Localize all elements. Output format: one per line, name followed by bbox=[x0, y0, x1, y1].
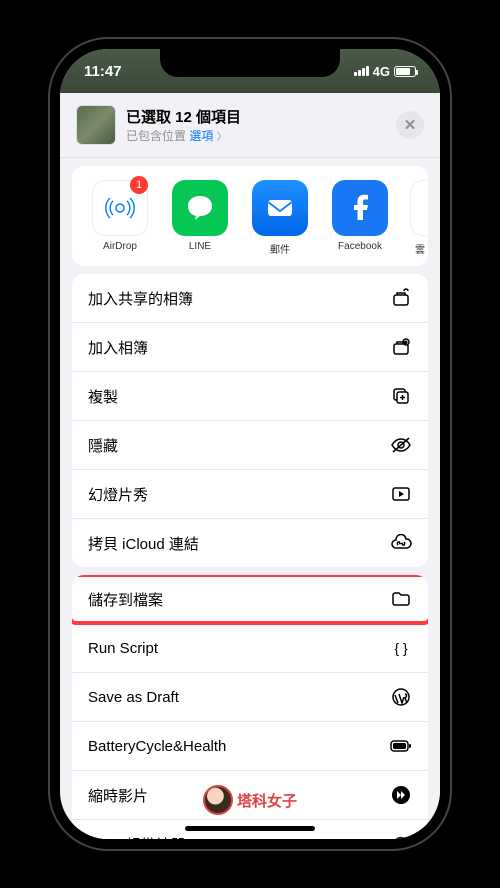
phone-screen: 11:47 4G 已選取 12 個項目 已包含位置 選項 〉 bbox=[60, 49, 440, 839]
airdrop-badge: 1 bbox=[130, 176, 148, 194]
watermark-text: 塔科女子 bbox=[237, 790, 297, 811]
status-right: 4G bbox=[354, 64, 416, 79]
battery-icon bbox=[390, 735, 412, 757]
action-save-draft[interactable]: Save as Draft bbox=[72, 673, 428, 722]
action-add-album[interactable]: 加入相簿 bbox=[72, 323, 428, 372]
line-icon bbox=[172, 180, 228, 236]
share-app-facebook[interactable]: Facebook bbox=[330, 180, 390, 256]
share-apps-row[interactable]: 1 AirDrop LINE 郵件 bbox=[72, 166, 428, 266]
options-link[interactable]: 選項 bbox=[189, 129, 213, 143]
action-label: 加入共享的相簿 bbox=[88, 288, 193, 309]
action-list-1: 加入共享的相簿 加入相簿 複製 隱藏 幻燈片秀 bbox=[72, 274, 428, 567]
mail-icon bbox=[252, 180, 308, 236]
slideshow-icon bbox=[390, 483, 412, 505]
close-icon: ✕ bbox=[404, 116, 417, 134]
action-battery-health[interactable]: BatteryCycle&Health bbox=[72, 722, 428, 771]
phone-frame: 11:47 4G 已選取 12 個項目 已包含位置 選項 〉 bbox=[50, 39, 450, 849]
album-add-icon bbox=[390, 336, 412, 358]
share-app-mail[interactable]: 郵件 bbox=[250, 180, 310, 256]
action-label: 幻燈片秀 bbox=[88, 484, 148, 505]
action-save-to-files[interactable]: 儲存到檔案 bbox=[72, 575, 428, 624]
fast-forward-icon bbox=[390, 784, 412, 806]
braces-icon: { } bbox=[390, 637, 412, 659]
shared-album-icon bbox=[390, 287, 412, 309]
action-label: Run Script bbox=[88, 640, 158, 657]
signal-icon bbox=[354, 66, 369, 76]
sheet-header-text: 已選取 12 個項目 已包含位置 選項 〉 bbox=[126, 106, 386, 144]
network-label: 4G bbox=[373, 64, 390, 79]
chevron-right-icon: 〉 bbox=[217, 132, 227, 143]
watermark-avatar-icon bbox=[203, 785, 233, 815]
share-sheet: 已選取 12 個項目 已包含位置 選項 〉 ✕ 1 bbox=[60, 93, 440, 839]
action-label: 拷貝 iCloud 連結 bbox=[88, 533, 199, 554]
action-label: Save as Draft bbox=[88, 689, 179, 706]
share-label: 郵件 bbox=[250, 241, 310, 256]
chat-icon bbox=[390, 833, 412, 839]
share-label: 雲 bbox=[410, 241, 428, 256]
close-button[interactable]: ✕ bbox=[396, 111, 424, 139]
battery-icon bbox=[394, 66, 416, 77]
sheet-header: 已選取 12 個項目 已包含位置 選項 〉 ✕ bbox=[60, 93, 440, 158]
action-label: 加入相簿 bbox=[88, 337, 148, 358]
action-label: BatteryCycle&Health bbox=[88, 738, 226, 755]
action-hide[interactable]: 隱藏 bbox=[72, 421, 428, 470]
status-time: 11:47 bbox=[84, 63, 122, 80]
share-label: LINE bbox=[170, 241, 230, 252]
action-label: 儲存到檔案 bbox=[88, 589, 163, 610]
action-label: LINE 報備神器 bbox=[88, 834, 186, 840]
share-label: AirDrop bbox=[90, 241, 150, 252]
folder-icon bbox=[390, 588, 412, 610]
share-label: Facebook bbox=[330, 241, 390, 252]
home-indicator[interactable] bbox=[185, 826, 315, 831]
action-run-script[interactable]: Run Script { } bbox=[72, 624, 428, 673]
share-app-airdrop[interactable]: 1 AirDrop bbox=[90, 180, 150, 256]
action-add-shared-album[interactable]: 加入共享的相簿 bbox=[72, 274, 428, 323]
share-app-more[interactable]: 雲 bbox=[410, 180, 428, 256]
action-label: 複製 bbox=[88, 386, 118, 407]
action-copy[interactable]: 複製 bbox=[72, 372, 428, 421]
share-app-line[interactable]: LINE bbox=[170, 180, 230, 256]
action-icloud-link[interactable]: 拷貝 iCloud 連結 bbox=[72, 519, 428, 567]
action-label: 隱藏 bbox=[88, 435, 118, 456]
notch bbox=[160, 49, 340, 77]
sheet-subtitle: 已包含位置 選項 〉 bbox=[126, 127, 386, 144]
facebook-icon bbox=[332, 180, 388, 236]
action-label: 縮時影片 bbox=[88, 785, 148, 806]
watermark: 塔科女子 bbox=[203, 785, 297, 815]
more-icon bbox=[410, 180, 428, 236]
wordpress-icon bbox=[390, 686, 412, 708]
copy-icon bbox=[390, 385, 412, 407]
selection-thumbnail bbox=[76, 105, 116, 145]
sheet-title: 已選取 12 個項目 bbox=[126, 106, 386, 127]
hide-icon bbox=[390, 434, 412, 456]
cloud-link-icon bbox=[390, 532, 412, 554]
action-slideshow[interactable]: 幻燈片秀 bbox=[72, 470, 428, 519]
